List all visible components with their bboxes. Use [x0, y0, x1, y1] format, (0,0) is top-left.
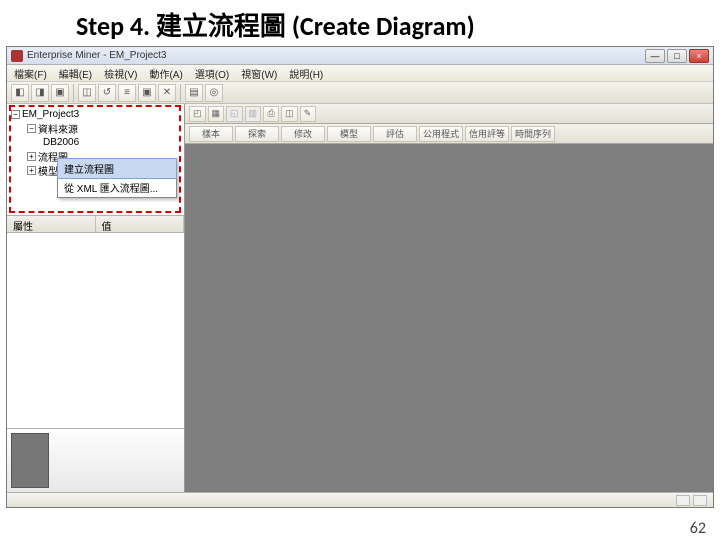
tab-explore[interactable]: 探索	[235, 126, 279, 142]
title-en: (Create Diagram)	[292, 10, 475, 42]
left-panel: − EM_Project3 − 資料來源 DB2006 + 流程圖 + 模型套件	[7, 104, 185, 492]
tab-credit[interactable]: 信用評等	[465, 126, 509, 142]
workspace-icon-toolbar: ◰ ▦ ◱ ▥ ⎙ ◫ ✎	[185, 104, 713, 124]
help-thumbnail	[11, 433, 49, 488]
status-indicator-icon	[676, 495, 690, 506]
expand-icon[interactable]: +	[27, 152, 36, 161]
project-tree[interactable]: − EM_Project3 − 資料來源 DB2006 + 流程圖 + 模型套件	[7, 104, 184, 216]
tool-diagram-icon[interactable]: ◫	[78, 84, 96, 102]
ws-icon-1[interactable]: ◰	[189, 106, 206, 122]
ws-icon-4[interactable]: ▥	[245, 106, 262, 122]
expand-icon[interactable]: −	[27, 124, 36, 133]
menu-edit[interactable]: 編輯(E)	[56, 65, 95, 82]
expand-icon[interactable]: +	[27, 166, 36, 175]
title-zh: 建立流程圖	[156, 12, 286, 41]
property-header: 屬性 值	[7, 216, 184, 233]
menu-window[interactable]: 視窗(W)	[238, 65, 280, 82]
tool-new-icon[interactable]: ◧	[11, 84, 29, 102]
tool-list-icon[interactable]: ≡	[118, 84, 136, 102]
workspace: ◰ ▦ ◱ ▥ ⎙ ◫ ✎ 樣本 探索 修改 模型 評估 公用程式 信用評等 時…	[185, 104, 713, 492]
context-menu: 建立流程圖 從 XML 匯入流程圖...	[57, 158, 177, 198]
tool-refresh-icon[interactable]: ↺	[98, 84, 116, 102]
tree-datasources[interactable]: − 資料來源	[9, 121, 182, 135]
minimize-button[interactable]: —	[645, 49, 665, 63]
tree-root-label: EM_Project3	[22, 109, 79, 120]
tab-sample[interactable]: 樣本	[189, 126, 233, 142]
ctx-import-xml[interactable]: 從 XML 匯入流程圖...	[58, 178, 176, 197]
tool-props-icon[interactable]: ▤	[185, 84, 203, 102]
tool-delete-icon[interactable]: ✕	[158, 84, 176, 102]
ws-icon-6[interactable]: ◫	[281, 106, 298, 122]
menu-options[interactable]: 選項(O)	[192, 65, 232, 82]
slide-title: Step 4. 建立流程圖 (Create Diagram)	[0, 0, 720, 47]
statusbar	[7, 492, 713, 507]
tool-help-icon[interactable]: ◎	[205, 84, 223, 102]
window-buttons: — □ ×	[645, 49, 709, 63]
tab-assess[interactable]: 評估	[373, 126, 417, 142]
menubar: 檔案(F) 編輯(E) 檢視(V) 動作(A) 選項(O) 視窗(W) 說明(H…	[7, 65, 713, 82]
close-button[interactable]: ×	[689, 49, 709, 63]
status-resize-grip-icon[interactable]	[693, 495, 707, 506]
col-property: 屬性	[7, 216, 96, 232]
help-pane	[7, 428, 184, 492]
step-prefix: Step 4.	[76, 10, 150, 42]
maximize-button[interactable]: □	[667, 49, 687, 63]
app-window: Enterprise Miner - EM_Project3 — □ × 檔案(…	[6, 46, 714, 508]
menu-help[interactable]: 說明(H)	[286, 65, 326, 82]
tree-root[interactable]: − EM_Project3	[9, 107, 182, 121]
tool-save-icon[interactable]: ▣	[51, 84, 69, 102]
tree-ds-label: DB2006	[43, 137, 79, 148]
tool-grid-icon[interactable]: ▣	[138, 84, 156, 102]
page-number: 62	[690, 519, 706, 538]
app-body: − EM_Project3 − 資料來源 DB2006 + 流程圖 + 模型套件	[7, 104, 713, 492]
tree-datasources-label: 資料來源	[38, 121, 78, 136]
tab-applications[interactable]: 時間序列	[511, 126, 555, 142]
ws-icon-7[interactable]: ✎	[300, 106, 316, 122]
tab-modify[interactable]: 修改	[281, 126, 325, 142]
toolbar-separator-2	[180, 84, 181, 102]
window-title: Enterprise Miner - EM_Project3	[27, 50, 645, 61]
tree-datasource-item[interactable]: DB2006	[9, 135, 182, 149]
app-icon	[11, 50, 23, 62]
menu-file[interactable]: 檔案(F)	[11, 65, 50, 82]
col-value: 值	[96, 216, 185, 232]
menu-view[interactable]: 檢視(V)	[101, 65, 140, 82]
tool-open-icon[interactable]: ◨	[31, 84, 49, 102]
ws-icon-2[interactable]: ▦	[208, 106, 225, 122]
tab-model[interactable]: 模型	[327, 126, 371, 142]
toolbar-separator	[73, 84, 74, 102]
titlebar: Enterprise Miner - EM_Project3 — □ ×	[7, 47, 713, 65]
diagram-canvas[interactable]	[185, 144, 713, 492]
property-grid[interactable]	[7, 233, 184, 428]
expand-icon[interactable]: −	[11, 110, 20, 119]
workspace-tab-toolbar: 樣本 探索 修改 模型 評估 公用程式 信用評等 時間序列	[185, 124, 713, 144]
ws-icon-5[interactable]: ⎙	[263, 106, 279, 122]
ws-icon-3[interactable]: ◱	[226, 106, 243, 122]
menu-actions[interactable]: 動作(A)	[146, 65, 185, 82]
tab-utility[interactable]: 公用程式	[419, 126, 463, 142]
main-toolbar: ◧ ◨ ▣ ◫ ↺ ≡ ▣ ✕ ▤ ◎	[7, 82, 713, 104]
ctx-create-diagram[interactable]: 建立流程圖	[57, 158, 177, 179]
